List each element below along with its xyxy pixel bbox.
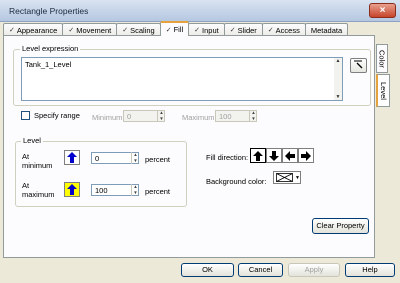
minimum-color-button[interactable]	[64, 150, 80, 165]
minimum-label: Minimum:	[92, 113, 125, 122]
clear-property-button[interactable]: Clear Property	[312, 218, 369, 234]
arrow-up-blue-icon	[67, 184, 77, 195]
check-icon: ✓	[229, 27, 236, 34]
expression-browse-button[interactable]	[350, 58, 367, 73]
scroll-up-icon[interactable]: ▲	[334, 58, 342, 64]
at-maximum-spinner[interactable]: ▲ ▼	[131, 184, 139, 196]
scroll-down-icon[interactable]: ▼	[334, 94, 342, 100]
cancel-button[interactable]: Cancel	[238, 263, 283, 277]
at-minimum-percent: percent	[145, 155, 171, 164]
fill-down-button[interactable]	[266, 148, 282, 163]
at-minimum-spinner[interactable]: ▲ ▼	[131, 152, 139, 164]
at-maximum-label: At maximum	[22, 181, 55, 199]
tab-fill[interactable]: ✓ Fill	[159, 21, 190, 36]
level-expression-input[interactable]: Tank_1_Level	[21, 57, 343, 101]
apply-button[interactable]: Apply	[288, 263, 340, 277]
arrow-left-icon	[285, 150, 295, 161]
fill-left-button[interactable]	[282, 148, 298, 163]
side-tab-color[interactable]: Color	[376, 44, 388, 73]
check-icon: ✓	[165, 26, 172, 34]
fill-direction-label: Fill direction:	[206, 153, 249, 162]
background-color-picker[interactable]: ▼	[273, 171, 301, 184]
check-icon: ✓	[267, 27, 274, 34]
check-icon: ✓	[9, 27, 15, 34]
maximum-spinner[interactable]: ▲ ▼	[249, 110, 257, 122]
help-button[interactable]: Help	[345, 263, 395, 277]
ok-button[interactable]: OK	[181, 263, 234, 277]
fill-right-button[interactable]	[298, 148, 314, 163]
at-maximum-percent: percent	[145, 187, 171, 196]
check-icon: ✓	[68, 27, 75, 34]
chevron-down-icon: ▼	[295, 174, 300, 181]
arrow-up-icon	[253, 150, 263, 161]
minimum-spinner[interactable]: ▲ ▼	[157, 110, 165, 122]
arrow-up-blue-icon	[67, 152, 77, 163]
wand-icon	[354, 60, 363, 69]
check-icon: ✓	[194, 27, 201, 34]
fill-up-button[interactable]	[250, 148, 266, 163]
level-group-title: Level	[21, 136, 43, 145]
maximum-label: Maximum:	[182, 113, 217, 122]
background-color-label: Background color:	[206, 177, 267, 186]
arrow-down-icon	[269, 150, 279, 161]
check-icon: ✓	[122, 27, 129, 34]
specify-range-label: Specify range	[34, 111, 80, 120]
expression-scrollbar[interactable]: ▲ ▼	[334, 58, 342, 100]
specify-range-checkbox[interactable]	[21, 111, 30, 120]
maximum-color-button[interactable]	[64, 182, 80, 197]
at-minimum-label: At minimum	[22, 152, 53, 170]
window-title: Rectangle Properties	[9, 6, 89, 16]
arrow-right-icon	[301, 150, 311, 161]
no-color-icon	[276, 173, 293, 182]
close-icon[interactable]: ×	[369, 3, 396, 18]
level-expression-title: Level expression	[20, 44, 81, 53]
side-tab-level[interactable]: Level	[376, 74, 390, 107]
